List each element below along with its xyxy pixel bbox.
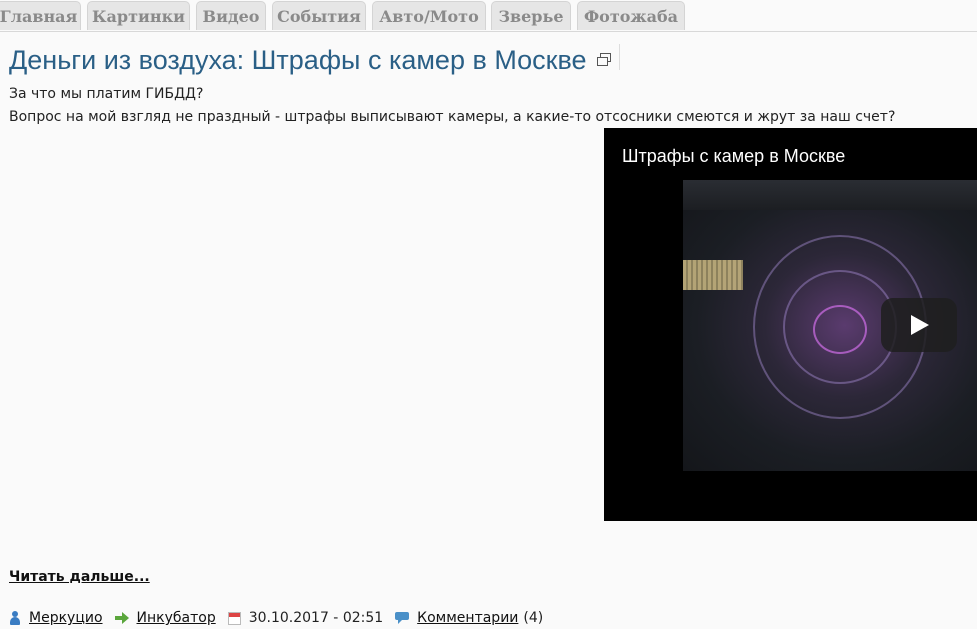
tab-photoshop[interactable]: Фотожаба (577, 1, 685, 30)
read-more-link[interactable]: Читать дальше... (9, 569, 150, 585)
tab-events[interactable]: События (272, 1, 366, 30)
arrow-right-icon (114, 612, 129, 624)
comments-link[interactable]: Комментарии (417, 610, 518, 626)
author-link[interactable]: Меркуцио (29, 610, 103, 626)
article-text-line-1: За что мы платим ГИБДД? (9, 86, 204, 102)
video-title[interactable]: Штрафы с камер в Москве (622, 146, 845, 167)
title-divider (619, 44, 620, 70)
tab-pictures[interactable]: Картинки (87, 1, 190, 30)
user-icon (9, 611, 21, 625)
tab-animals[interactable]: Зверье (491, 1, 571, 30)
external-link-icon[interactable] (596, 53, 611, 67)
nav-tabs: Главная Картинки Видео События Авто/Мото… (0, 0, 977, 32)
article-title-row: Деньги из воздуха: Штрафы с камер в Моск… (9, 42, 611, 78)
comment-icon (395, 612, 410, 624)
section-link[interactable]: Инкубатор (137, 610, 216, 626)
article-meta: Меркуцио Инкубатор 30.10.2017 - 02:51 Ко… (9, 608, 543, 628)
article-title[interactable]: Деньги из воздуха: Штрафы с камер в Моск… (9, 45, 587, 76)
video-player[interactable]: Штрафы с камер в Москве (604, 128, 977, 521)
tab-video[interactable]: Видео (196, 1, 266, 30)
tab-home[interactable]: Главная (0, 1, 81, 30)
article-text-line-2: Вопрос на мой взгляд не праздный - штраф… (9, 109, 896, 125)
tab-auto-moto[interactable]: Авто/Мото (372, 1, 486, 30)
comments-count: (4) (523, 610, 544, 626)
post-date: 30.10.2017 - 02:51 (248, 610, 384, 626)
calendar-icon (227, 611, 241, 625)
play-button[interactable] (881, 298, 957, 352)
play-icon (911, 315, 929, 335)
